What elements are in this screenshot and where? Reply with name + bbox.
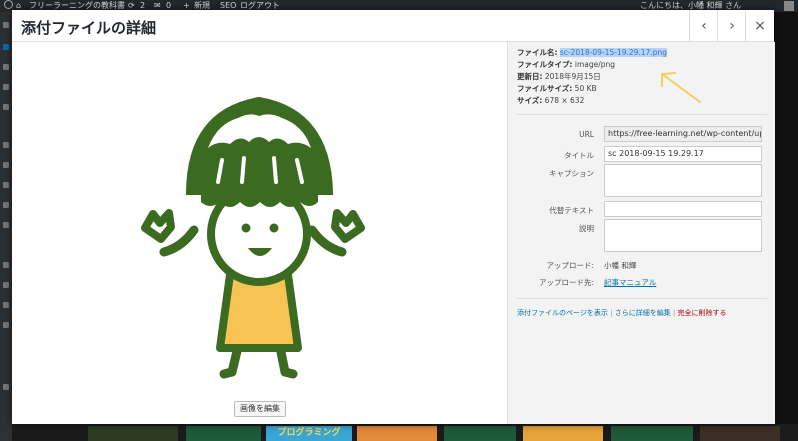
right-hand xyxy=(331,209,365,243)
file-meta: ファイル名: sc-2018-09-15-19.29.17.png ファイルタイ… xyxy=(517,47,667,107)
file-size: 50 KB xyxy=(574,84,597,93)
posts-icon[interactable] xyxy=(3,44,9,50)
edit-more-details-link[interactable]: さらに詳細を編集 xyxy=(615,309,671,317)
action-separator: | xyxy=(672,309,676,317)
tools-icon[interactable] xyxy=(3,202,9,208)
plugin-menu-icon-3[interactable] xyxy=(3,322,9,328)
character-illustration xyxy=(141,96,365,379)
divider xyxy=(517,298,767,299)
plugins-icon[interactable] xyxy=(3,162,9,168)
file-size-label: ファイルサイズ: xyxy=(517,84,573,93)
media-icon[interactable] xyxy=(3,64,9,70)
updated-date: 2018年9月15日 xyxy=(544,72,601,81)
close-icon: × xyxy=(754,17,766,34)
background-thumbnail[interactable] xyxy=(88,426,178,441)
updated-label: 更新日: xyxy=(517,72,543,81)
alt-text-label: 代替テキスト xyxy=(549,206,594,215)
chevron-right-icon: › xyxy=(729,17,735,34)
action-separator: | xyxy=(610,309,613,317)
background-thumbnail[interactable] xyxy=(523,426,603,441)
background-thumbnail[interactable] xyxy=(611,426,693,441)
annotation-arrow-icon xyxy=(661,72,701,103)
divider xyxy=(517,114,767,115)
attachment-details-pane: ファイル名: sc-2018-09-15-19.29.17.png ファイルタイ… xyxy=(507,42,775,424)
file-name[interactable]: sc-2018-09-15-19.29.17.png xyxy=(559,48,667,57)
right-eye xyxy=(269,223,279,233)
view-attachment-page-link[interactable]: 添付ファイルのページを表示 xyxy=(517,309,608,317)
background-thumbnail[interactable] xyxy=(700,426,780,441)
previous-attachment-button[interactable]: ‹ xyxy=(689,10,718,41)
plugin-menu-icon-2[interactable] xyxy=(3,302,9,308)
background-thumbnail[interactable] xyxy=(357,426,437,441)
background-thumbnail-programming[interactable]: プログラミング xyxy=(266,426,352,441)
collapse-menu-icon[interactable] xyxy=(3,384,9,390)
url-field[interactable]: https://free-learning.net/wp-content/upl… xyxy=(604,126,762,142)
caption-label: キャプション xyxy=(549,169,594,178)
modal-title: 添付ファイルの詳細 xyxy=(21,19,157,37)
dashboard-icon[interactable] xyxy=(3,22,9,28)
edit-image-button[interactable]: 画像を編集 xyxy=(234,401,286,417)
dimensions-label: サイズ: xyxy=(517,96,543,105)
attachment-actions: 添付ファイルのページを表示 | さらに詳細を編集 | 完全に削除する xyxy=(517,308,727,318)
pages-icon[interactable] xyxy=(3,84,9,90)
caption-field[interactable] xyxy=(604,164,762,197)
background-thumbnail[interactable] xyxy=(186,426,261,441)
appearance-icon[interactable] xyxy=(3,142,9,148)
admin-side-menu xyxy=(0,12,12,441)
attachment-details-modal: 添付ファイルの詳細 ‹ › × 画像を編集 ファイル名: sc-2018-09-… xyxy=(12,10,775,424)
description-label: 説明 xyxy=(579,224,594,233)
close-modal-button[interactable]: × xyxy=(745,10,774,41)
image-preview-pane: 画像を編集 xyxy=(12,42,507,424)
file-type: image/png xyxy=(574,60,616,69)
uploaded-to-link[interactable]: 記事マニュアル xyxy=(604,277,656,288)
seo-menu-icon[interactable] xyxy=(3,262,9,268)
chevron-left-icon: ‹ xyxy=(701,17,707,34)
left-hand xyxy=(141,209,175,243)
background-thumbnail[interactable] xyxy=(444,426,516,441)
file-type-label: ファイルタイプ: xyxy=(517,60,573,69)
comments-menu-icon[interactable] xyxy=(3,104,9,110)
uploaded-by-label: アップロード: xyxy=(546,261,594,270)
next-attachment-button[interactable]: › xyxy=(717,10,746,41)
dimensions: 678 × 632 xyxy=(544,96,585,105)
modal-header: 添付ファイルの詳細 ‹ › × xyxy=(12,10,774,42)
title-label: タイトル xyxy=(564,151,594,160)
alt-text-field[interactable] xyxy=(604,201,762,217)
left-eye xyxy=(241,223,251,233)
delete-permanently-link[interactable]: 完全に削除する xyxy=(678,309,727,317)
uploaded-to-label: アップロード先: xyxy=(538,278,594,287)
users-icon[interactable] xyxy=(3,182,9,188)
settings-icon[interactable] xyxy=(3,222,9,228)
avatar[interactable] xyxy=(784,1,794,11)
url-label: URL xyxy=(579,130,594,139)
file-name-label: ファイル名: xyxy=(517,48,558,57)
title-field[interactable]: sc 2018-09-15 19.29.17 xyxy=(604,146,762,162)
plugin-menu-icon[interactable] xyxy=(3,282,9,288)
uploaded-by: 小幡 和輝 xyxy=(604,261,637,270)
description-field[interactable] xyxy=(604,219,762,252)
